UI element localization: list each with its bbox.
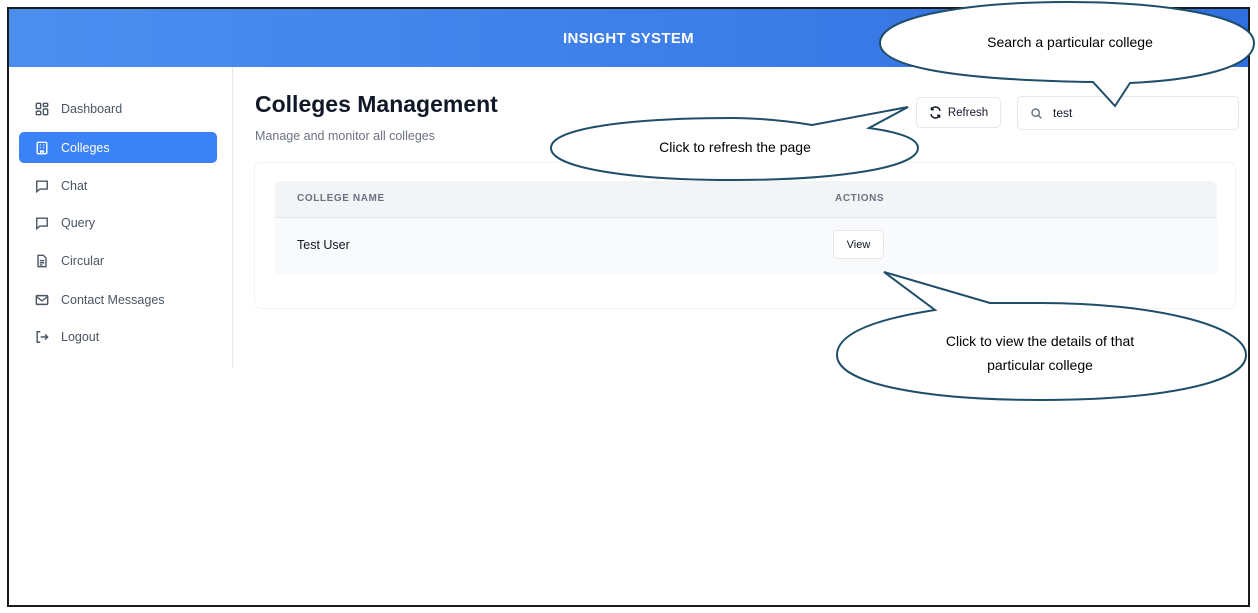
sidebar-item-dashboard[interactable]: Dashboard (19, 93, 217, 124)
search-icon (1031, 107, 1042, 119)
document-icon (35, 254, 49, 268)
sidebar: Dashboard Colleges Chat Query Circular C… (9, 67, 233, 367)
sidebar-item-label: Circular (61, 253, 105, 268)
sidebar-item-colleges[interactable]: Colleges (19, 132, 217, 163)
colleges-table: COLLEGE NAME ACTIONS Test User View (275, 181, 1217, 275)
sidebar-item-query[interactable]: Query (19, 207, 217, 238)
app-title: INSIGHT SYSTEM (563, 29, 694, 47)
refresh-label: Refresh (947, 106, 989, 119)
query-icon (35, 216, 49, 230)
refresh-button[interactable]: Refresh (916, 97, 1001, 128)
sidebar-item-contact-messages[interactable]: Contact Messages (19, 284, 217, 315)
sidebar-item-circular[interactable]: Circular (19, 245, 217, 276)
view-callout-text-line2: particular college (987, 357, 1093, 373)
mail-icon (35, 293, 49, 307)
chat-icon (35, 179, 49, 193)
column-header-college-name: COLLEGE NAME (297, 193, 385, 204)
page-subtitle: Manage and monitor all colleges (255, 129, 435, 143)
college-name-cell: Test User (297, 238, 350, 252)
colleges-card: COLLEGE NAME ACTIONS Test User View (255, 163, 1235, 308)
search-input[interactable] (1053, 106, 1213, 120)
sidebar-item-label: Logout (61, 329, 100, 344)
sidebar-item-chat[interactable]: Chat (19, 170, 217, 201)
search-callout-text: Search a particular college (987, 34, 1153, 50)
refresh-icon (930, 106, 941, 119)
table-header: COLLEGE NAME ACTIONS (275, 181, 1217, 218)
dashboard-icon (35, 102, 49, 116)
sidebar-item-logout[interactable]: Logout (19, 321, 217, 352)
sidebar-item-label: Query (61, 215, 96, 230)
column-header-actions: ACTIONS (835, 193, 885, 204)
sidebar-item-label: Colleges (61, 140, 110, 155)
page-title: Colleges Management (255, 91, 498, 117)
sidebar-item-label: Dashboard (61, 101, 123, 116)
sidebar-item-label: Contact Messages (61, 292, 165, 307)
sidebar-item-label: Chat (61, 178, 88, 193)
app-window: INSIGHT SYSTEM Dashboard Colleges Chat Q… (7, 7, 1250, 607)
logout-icon (35, 330, 49, 344)
view-callout-text-line1: Click to view the details of that (945, 333, 1135, 349)
refresh-callout-text: Click to refresh the page (659, 139, 811, 155)
building-icon (35, 141, 49, 155)
view-button[interactable]: View (833, 230, 884, 259)
search-box[interactable] (1017, 96, 1239, 130)
